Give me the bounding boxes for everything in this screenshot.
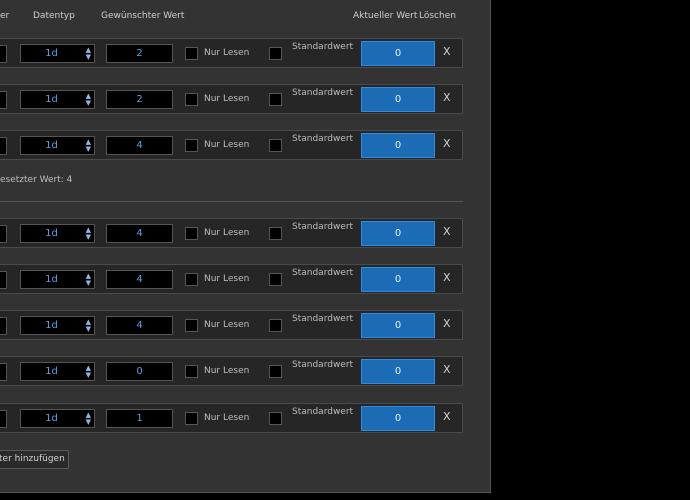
select-arrows-icon: ▲ ▼	[85, 138, 91, 153]
current-value-button[interactable]: 0	[361, 221, 435, 246]
set-value-note: esetzter Wert: 4	[0, 175, 73, 185]
wanted-value-input[interactable]: 4	[106, 270, 173, 289]
delete-button[interactable]: X	[443, 137, 451, 150]
wanted-value-input[interactable]: 2	[106, 44, 173, 63]
register-row: 1d ▲ ▼ 0 Nur Lesen Standardwert 0 X	[0, 356, 463, 386]
read-only-checkbox[interactable]	[185, 227, 198, 240]
data-type-select[interactable]: 1d ▲ ▼	[20, 44, 95, 63]
wanted-value-input[interactable]: 2	[106, 90, 173, 109]
default-value-checkbox[interactable]	[269, 412, 282, 425]
read-only-label: Nur Lesen	[204, 413, 250, 423]
address-field[interactable]	[0, 137, 7, 155]
default-value-label: Standardwert	[292, 88, 354, 98]
default-value-checkbox[interactable]	[269, 227, 282, 240]
address-field[interactable]	[0, 225, 7, 243]
default-value-label: Standardwert	[292, 134, 354, 144]
data-type-select[interactable]: 1d ▲ ▼	[20, 136, 95, 155]
address-field[interactable]	[0, 91, 7, 109]
register-row: 1d ▲ ▼ 4 Nur Lesen Standardwert 0 X	[0, 130, 463, 160]
current-value-button[interactable]: 0	[361, 267, 435, 292]
delete-button[interactable]: X	[443, 271, 451, 284]
default-value-checkbox[interactable]	[269, 47, 282, 60]
default-value-checkbox[interactable]	[269, 365, 282, 378]
register-panel: er Datentyp Gewünschter Wert Aktueller W…	[0, 0, 491, 493]
delete-button[interactable]: X	[443, 45, 451, 58]
header-col-type: Datentyp	[33, 11, 75, 21]
read-only-checkbox[interactable]	[185, 365, 198, 378]
delete-button[interactable]: X	[443, 225, 451, 238]
current-value-button[interactable]: 0	[361, 359, 435, 384]
group-divider	[0, 201, 463, 202]
default-value-label: Standardwert	[292, 314, 354, 324]
select-arrows-icon: ▲ ▼	[85, 364, 91, 379]
read-only-checkbox[interactable]	[185, 139, 198, 152]
data-type-select[interactable]: 1d ▲ ▼	[20, 224, 95, 243]
delete-button[interactable]: X	[443, 91, 451, 104]
data-type-select[interactable]: 1d ▲ ▼	[20, 409, 95, 428]
read-only-checkbox[interactable]	[185, 93, 198, 106]
address-field[interactable]	[0, 410, 7, 428]
select-arrows-icon: ▲ ▼	[85, 92, 91, 107]
current-value-button[interactable]: 0	[361, 406, 435, 431]
read-only-label: Nur Lesen	[204, 274, 250, 284]
read-only-label: Nur Lesen	[204, 94, 250, 104]
read-only-label: Nur Lesen	[204, 320, 250, 330]
wanted-value-input[interactable]: 4	[106, 224, 173, 243]
wanted-value-input[interactable]: 4	[106, 136, 173, 155]
wanted-value-input[interactable]: 1	[106, 409, 173, 428]
header-col-current: Aktueller Wert	[353, 11, 418, 21]
current-value-button[interactable]: 0	[361, 133, 435, 158]
header-col-wanted: Gewünschter Wert	[101, 11, 185, 21]
default-value-checkbox[interactable]	[269, 93, 282, 106]
select-arrows-icon: ▲ ▼	[85, 226, 91, 241]
current-value-button[interactable]: 0	[361, 41, 435, 66]
register-row: 1d ▲ ▼ 2 Nur Lesen Standardwert 0 X	[0, 84, 463, 114]
delete-button[interactable]: X	[443, 317, 451, 330]
read-only-label: Nur Lesen	[204, 366, 250, 376]
wanted-value-input[interactable]: 4	[106, 316, 173, 335]
data-type-select[interactable]: 1d ▲ ▼	[20, 362, 95, 381]
read-only-checkbox[interactable]	[185, 273, 198, 286]
register-row: 1d ▲ ▼ 4 Nur Lesen Standardwert 0 X	[0, 264, 463, 294]
default-value-checkbox[interactable]	[269, 319, 282, 332]
add-register-button[interactable]: ter hinzufügen	[0, 450, 69, 469]
read-only-checkbox[interactable]	[185, 319, 198, 332]
default-value-label: Standardwert	[292, 42, 354, 52]
read-only-checkbox[interactable]	[185, 412, 198, 425]
register-row: 1d ▲ ▼ 4 Nur Lesen Standardwert 0 X	[0, 310, 463, 340]
read-only-label: Nur Lesen	[204, 48, 250, 58]
read-only-label: Nur Lesen	[204, 228, 250, 238]
default-value-checkbox[interactable]	[269, 273, 282, 286]
address-field[interactable]	[0, 317, 7, 335]
wanted-value-input[interactable]: 0	[106, 362, 173, 381]
current-value-button[interactable]: 0	[361, 313, 435, 338]
register-row: 1d ▲ ▼ 4 Nur Lesen Standardwert 0 X	[0, 218, 463, 248]
select-arrows-icon: ▲ ▼	[85, 411, 91, 426]
address-field[interactable]	[0, 271, 7, 289]
read-only-label: Nur Lesen	[204, 140, 250, 150]
current-value-button[interactable]: 0	[361, 87, 435, 112]
delete-button[interactable]: X	[443, 410, 451, 423]
default-value-label: Standardwert	[292, 407, 354, 417]
header-col-delete: Löschen	[419, 11, 456, 21]
data-type-select[interactable]: 1d ▲ ▼	[20, 270, 95, 289]
select-arrows-icon: ▲ ▼	[85, 318, 91, 333]
select-arrows-icon: ▲ ▼	[85, 272, 91, 287]
default-value-checkbox[interactable]	[269, 139, 282, 152]
data-type-select[interactable]: 1d ▲ ▼	[20, 90, 95, 109]
register-row: 1d ▲ ▼ 2 Nur Lesen Standardwert 0 X	[0, 38, 463, 68]
select-arrows-icon: ▲ ▼	[85, 46, 91, 61]
delete-button[interactable]: X	[443, 363, 451, 376]
data-type-select[interactable]: 1d ▲ ▼	[20, 316, 95, 335]
register-row: 1d ▲ ▼ 1 Nur Lesen Standardwert 0 X	[0, 403, 463, 433]
address-field[interactable]	[0, 45, 7, 63]
read-only-checkbox[interactable]	[185, 47, 198, 60]
header-col-partial: er	[0, 11, 10, 21]
default-value-label: Standardwert	[292, 268, 354, 278]
address-field[interactable]	[0, 363, 7, 381]
default-value-label: Standardwert	[292, 360, 354, 370]
default-value-label: Standardwert	[292, 222, 354, 232]
